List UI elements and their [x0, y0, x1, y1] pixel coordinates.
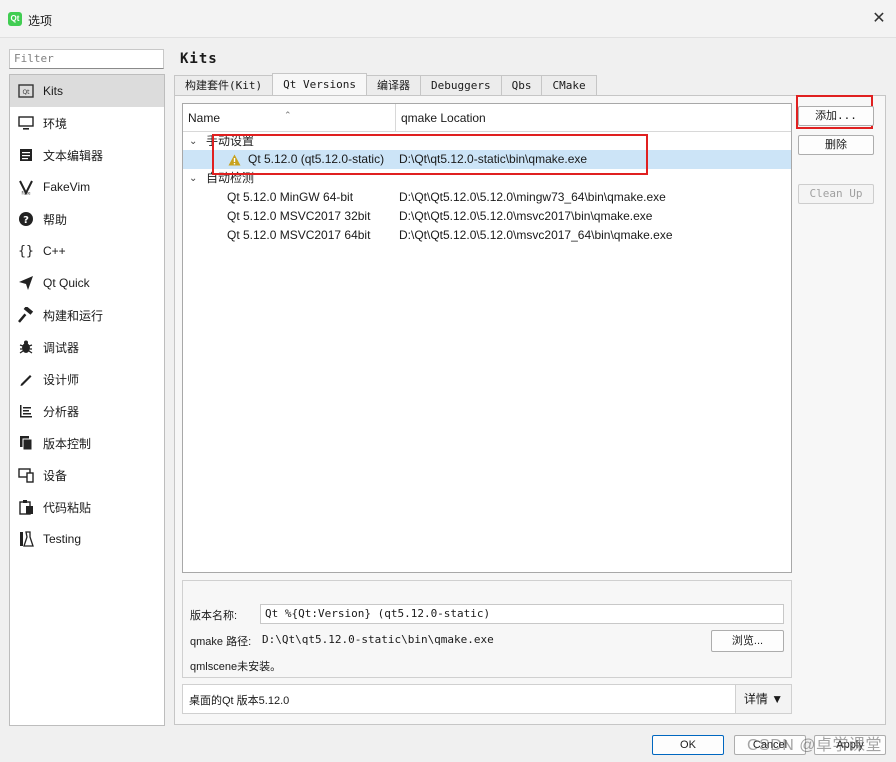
nav-item-environment[interactable]: 环境 — [10, 107, 164, 139]
nav-item-text-editor[interactable]: 文本编辑器 — [10, 139, 164, 171]
qmake-location: D:\Qt\Qt5.12.0\5.12.0\msvc2017\bin\qmake… — [399, 209, 653, 223]
qt-version-name: Qt 5.12.0 MinGW 64-bit — [227, 190, 354, 204]
nav-item-code-paste[interactable]: 代码粘贴 — [10, 491, 164, 523]
fakevim-icon: Fake — [16, 178, 36, 196]
pencil-icon — [16, 370, 36, 388]
tree-group-auto-detected[interactable]: ⌄ 自动检测 — [183, 169, 791, 188]
version-name-label: 版本名称: — [190, 610, 238, 622]
version-name-field[interactable]: Qt %{Qt:Version} (qt5.12.0-static) — [260, 604, 784, 624]
nav-item-label: 环境 — [43, 116, 68, 131]
nav-item-version-control[interactable]: 版本控制 — [10, 427, 164, 459]
nav-item-build-run[interactable]: 构建和运行 — [10, 299, 164, 331]
chevron-down-icon[interactable]: ⌄ — [189, 169, 201, 188]
qt-version-name: Qt 5.12.0 (qt5.12.0-static) — [248, 152, 385, 166]
tab-bar: 构建套件(Kit) Qt Versions 编译器 Debuggers Qbs … — [174, 73, 597, 95]
sort-up-icon: ⌃ — [284, 110, 292, 120]
column-header-qmake-location[interactable]: qmake Location — [396, 104, 486, 132]
close-icon[interactable]: ✕ — [870, 10, 888, 28]
add-button[interactable]: 添加... — [798, 106, 874, 126]
qmlscene-note: qmlscene未安装。 — [190, 661, 282, 673]
nav-item-label: 文本编辑器 — [43, 148, 104, 163]
svg-text:Qt: Qt — [22, 89, 30, 96]
device-icon — [16, 466, 36, 484]
svg-text:Fake: Fake — [21, 191, 31, 196]
braces-icon: {} — [18, 243, 34, 259]
flask-icon — [16, 530, 36, 548]
browse-button[interactable]: 浏览... — [711, 630, 784, 652]
paper-plane-icon — [16, 274, 36, 292]
tab-cmake[interactable]: CMake — [541, 75, 597, 95]
nav-item-fakevim[interactable]: Fake FakeVim — [10, 171, 164, 203]
nav-item-label: 构建和运行 — [43, 308, 104, 323]
page-title: Kits — [180, 51, 218, 67]
column-header-name[interactable]: ⌃ Name — [183, 104, 396, 132]
qt-version-name: Qt 5.12.0 MSVC2017 32bit — [227, 209, 371, 223]
version-control-icon — [16, 434, 36, 452]
nav-item-label: 设备 — [43, 468, 68, 483]
version-details: 版本名称: Qt %{Qt:Version} (qt5.12.0-static)… — [182, 580, 792, 678]
analyzer-icon — [16, 402, 36, 420]
help-icon: ? — [16, 210, 36, 228]
qt-logo-icon: Qt — [8, 12, 22, 26]
warning-icon — [228, 154, 241, 166]
nav-item-analyzer[interactable]: 分析器 — [10, 395, 164, 427]
nav-item-label: 版本控制 — [43, 436, 92, 451]
filter-input[interactable]: Filter — [9, 49, 164, 69]
table-row[interactable]: Qt 5.12.0 (qt5.12.0-static) D:\Qt\qt5.12… — [183, 150, 791, 169]
category-list[interactable]: Qt Kits 环境 文本编辑器 Fake FakeVim ? 帮助 {} C+… — [9, 74, 165, 726]
nav-item-label: 代码粘贴 — [43, 500, 92, 515]
summary-text: 桌面的Qt 版本5.12.0 — [189, 695, 290, 707]
tab-compilers[interactable]: 编译器 — [365, 75, 421, 95]
watermark: CSDN @卓学课堂 — [747, 737, 883, 754]
qmake-location: D:\Qt\qt5.12.0-static\bin\qmake.exe — [399, 152, 588, 166]
nav-item-kits[interactable]: Qt Kits — [10, 75, 164, 107]
nav-item-label: 分析器 — [43, 404, 80, 419]
kits-icon: Qt — [16, 82, 36, 100]
bug-icon — [16, 338, 36, 356]
nav-item-designer[interactable]: 设计师 — [10, 363, 164, 395]
tree-header: ⌃ Name qmake Location — [183, 104, 791, 132]
nav-item-label: C++ — [43, 244, 66, 258]
nav-item-label: 调试器 — [43, 340, 80, 355]
qmake-path-value: D:\Qt\qt5.12.0-static\bin\qmake.exe — [262, 633, 494, 646]
tab-qt-versions[interactable]: Qt Versions — [272, 73, 367, 95]
tab-qbs[interactable]: Qbs — [500, 75, 543, 95]
nav-item-label: FakeVim — [43, 180, 91, 194]
nav-item-debugger[interactable]: 调试器 — [10, 331, 164, 363]
chevron-down-icon[interactable]: ⌄ — [189, 132, 201, 151]
nav-item-label: Qt Quick — [43, 276, 90, 290]
qmake-location: D:\Qt\Qt5.12.0\5.12.0\msvc2017_64\bin\qm… — [399, 228, 673, 242]
tree-group-manual[interactable]: ⌄ 手动设置 — [183, 132, 791, 151]
tab-debuggers[interactable]: Debuggers — [419, 75, 502, 95]
monitor-icon — [16, 114, 36, 132]
qmake-location: D:\Qt\Qt5.12.0\5.12.0\mingw73_64\bin\qma… — [399, 190, 666, 204]
details-toggle-button[interactable]: 详情 ▼ — [735, 685, 791, 713]
table-row[interactable]: Qt 5.12.0 MSVC2017 64bit D:\Qt\Qt5.12.0\… — [183, 226, 791, 245]
qt-version-name: Qt 5.12.0 MSVC2017 64bit — [227, 228, 371, 242]
nav-item-qt-quick[interactable]: Qt Quick — [10, 267, 164, 299]
nav-item-testing[interactable]: Testing — [10, 523, 164, 555]
svg-text:?: ? — [23, 215, 29, 226]
remove-button[interactable]: 删除 — [798, 135, 874, 155]
nav-item-label: 设计师 — [43, 372, 80, 387]
clean-up-button[interactable]: Clean Up — [798, 184, 874, 204]
nav-item-cpp[interactable]: {} C++ — [10, 235, 164, 267]
version-summary: 桌面的Qt 版本5.12.0 详情 ▼ — [182, 684, 792, 714]
hammer-icon — [16, 306, 36, 324]
paste-icon — [16, 498, 36, 516]
tab-kits[interactable]: 构建套件(Kit) — [174, 75, 274, 95]
ok-button[interactable]: OK — [652, 735, 724, 755]
table-row[interactable]: Qt 5.12.0 MSVC2017 32bit D:\Qt\Qt5.12.0\… — [183, 207, 791, 226]
nav-item-devices[interactable]: 设备 — [10, 459, 164, 491]
text-editor-icon — [16, 146, 36, 164]
title-bar: Qt 选项 ✕ — [0, 0, 896, 38]
nav-item-label: Kits — [43, 84, 64, 98]
qmake-path-label: qmake 路径: — [190, 636, 252, 648]
nav-item-label: Testing — [43, 532, 82, 546]
window-title: 选项 — [28, 14, 53, 28]
qt-versions-tree[interactable]: ⌃ Name qmake Location ⌄ 手动设置 Qt 5.12.0 (… — [182, 103, 792, 573]
nav-item-label: 帮助 — [43, 212, 68, 227]
nav-item-help[interactable]: ? 帮助 — [10, 203, 164, 235]
table-row[interactable]: Qt 5.12.0 MinGW 64-bit D:\Qt\Qt5.12.0\5.… — [183, 188, 791, 207]
